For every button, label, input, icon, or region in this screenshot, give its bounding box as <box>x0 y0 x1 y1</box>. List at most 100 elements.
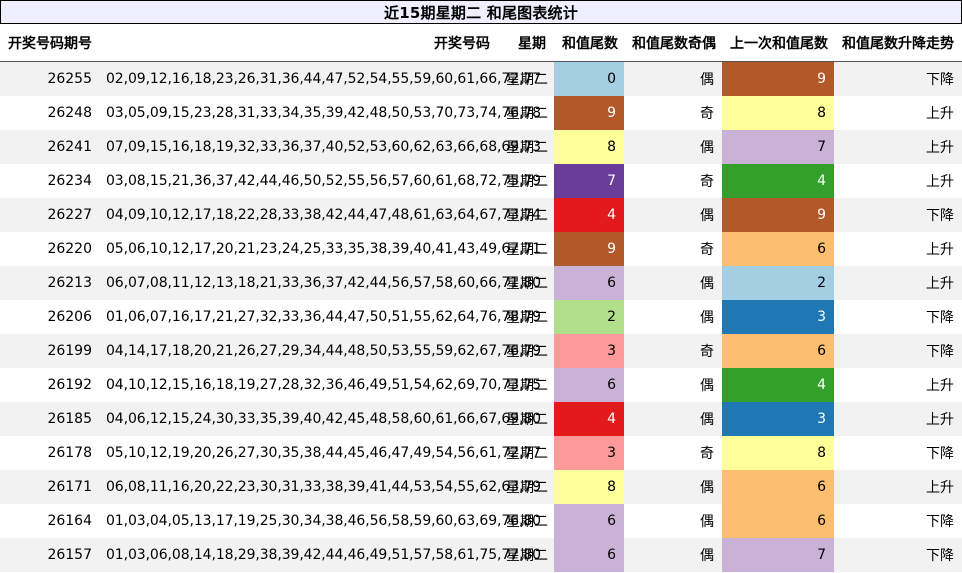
cell-weekday: 星期二 <box>498 334 554 368</box>
cell-trend: 下降 <box>834 334 962 368</box>
cell-issue: 26206 <box>0 300 100 334</box>
cell-weekday: 星期二 <box>498 300 554 334</box>
cell-trend: 上升 <box>834 402 962 436</box>
cell-prev-tail: 8 <box>722 436 834 470</box>
cell-numbers: 04,14,17,18,20,21,26,27,29,34,44,48,50,5… <box>100 334 541 368</box>
cell-issue: 26220 <box>0 232 100 266</box>
header-trend[interactable]: 和值尾数升降走势 <box>834 24 962 62</box>
cell-numbers: 04,09,10,12,17,18,22,28,33,38,42,44,47,4… <box>100 198 541 232</box>
table-body: 26255 02,09,12,16,18,23,26,31,36,44,47,52… <box>0 61 962 572</box>
cell-parity: 偶 <box>624 402 722 436</box>
cell-parity: 奇 <box>624 334 722 368</box>
table-row: 26192 04,10,12,15,16,18,19,27,28,32,36,46… <box>0 368 962 402</box>
cell-prev-tail: 3 <box>722 402 834 436</box>
cell-issue: 26213 <box>0 266 100 300</box>
cell-trend: 下降 <box>834 538 962 572</box>
cell-parity: 奇 <box>624 232 722 266</box>
cell-numbers: 06,08,11,16,20,22,23,30,31,33,38,39,41,4… <box>100 470 541 504</box>
cell-trend: 上升 <box>834 130 962 164</box>
cell-weekday: 星期二 <box>498 266 554 300</box>
cell-weekday: 星期二 <box>498 402 554 436</box>
table-header-row: 开奖号码期号 开奖号码 星期 和值尾数 和值尾数奇偶 上一次和值尾数 和值尾数升… <box>0 24 962 62</box>
header-issue[interactable]: 开奖号码期号 <box>0 24 100 62</box>
table-row: 26227 04,09,10,12,17,18,22,28,33,38,42,44… <box>0 198 962 232</box>
cell-prev-tail: 8 <box>722 96 834 130</box>
header-weekday[interactable]: 星期 <box>498 24 554 62</box>
cell-prev-tail: 6 <box>722 470 834 504</box>
cell-parity: 偶 <box>624 266 722 300</box>
cell-trend: 上升 <box>834 266 962 300</box>
cell-weekday: 星期二 <box>498 232 554 266</box>
table-row: 26213 06,07,08,11,12,13,18,21,33,36,37,42… <box>0 266 962 300</box>
table-row: 26171 06,08,11,16,20,22,23,30,31,33,38,39… <box>0 470 962 504</box>
cell-issue: 26171 <box>0 470 100 504</box>
cell-tail: 6 <box>554 538 624 572</box>
cell-trend: 下降 <box>834 436 962 470</box>
cell-issue: 26255 <box>0 61 100 96</box>
cell-weekday: 星期二 <box>498 96 554 130</box>
cell-numbers: 03,05,09,15,23,28,31,33,34,35,39,42,48,5… <box>100 96 541 130</box>
table-row: 26255 02,09,12,16,18,23,26,31,36,44,47,52… <box>0 61 962 96</box>
cell-tail: 6 <box>554 504 624 538</box>
cell-issue: 26185 <box>0 402 100 436</box>
cell-tail: 8 <box>554 470 624 504</box>
cell-tail: 3 <box>554 436 624 470</box>
cell-parity: 偶 <box>624 300 722 334</box>
cell-issue: 26241 <box>0 130 100 164</box>
table-row: 26248 03,05,09,15,23,28,31,33,34,35,39,42… <box>0 96 962 130</box>
table-row: 26206 01,06,07,16,17,21,27,32,33,36,44,47… <box>0 300 962 334</box>
cell-tail: 0 <box>554 61 624 96</box>
cell-issue: 26192 <box>0 368 100 402</box>
cell-issue: 26227 <box>0 198 100 232</box>
cell-issue: 26199 <box>0 334 100 368</box>
header-numbers[interactable]: 开奖号码 <box>100 24 498 62</box>
cell-prev-tail: 6 <box>722 504 834 538</box>
table-row: 26199 04,14,17,18,20,21,26,27,29,34,44,48… <box>0 334 962 368</box>
cell-numbers: 07,09,15,16,18,19,32,33,36,37,40,52,53,6… <box>100 130 541 164</box>
cell-parity: 奇 <box>624 164 722 198</box>
cell-parity: 奇 <box>624 96 722 130</box>
cell-issue: 26248 <box>0 96 100 130</box>
cell-parity: 偶 <box>624 61 722 96</box>
cell-weekday: 星期二 <box>498 61 554 96</box>
cell-tail: 9 <box>554 96 624 130</box>
cell-trend: 下降 <box>834 300 962 334</box>
cell-parity: 偶 <box>624 198 722 232</box>
table-row: 26157 01,03,06,08,14,18,29,38,39,42,44,46… <box>0 538 962 572</box>
cell-prev-tail: 6 <box>722 334 834 368</box>
cell-parity: 偶 <box>624 538 722 572</box>
cell-numbers: 01,03,06,08,14,18,29,38,39,42,44,46,49,5… <box>100 538 541 572</box>
cell-parity: 偶 <box>624 504 722 538</box>
cell-tail: 8 <box>554 130 624 164</box>
cell-trend: 下降 <box>834 504 962 538</box>
cell-weekday: 星期二 <box>498 504 554 538</box>
cell-prev-tail: 7 <box>722 130 834 164</box>
table-row: 26185 04,06,12,15,24,30,33,35,39,40,42,45… <box>0 402 962 436</box>
cell-trend: 下降 <box>834 61 962 96</box>
cell-tail: 2 <box>554 300 624 334</box>
cell-prev-tail: 3 <box>722 300 834 334</box>
cell-weekday: 星期二 <box>498 368 554 402</box>
cell-tail: 4 <box>554 198 624 232</box>
cell-numbers: 03,08,15,21,36,37,42,44,46,50,52,55,56,5… <box>100 164 541 198</box>
table-row: 26241 07,09,15,16,18,19,32,33,36,37,40,52… <box>0 130 962 164</box>
cell-issue: 26157 <box>0 538 100 572</box>
header-prev-tail[interactable]: 上一次和值尾数 <box>722 24 834 62</box>
cell-numbers: 05,06,10,12,17,20,21,23,24,25,33,35,38,3… <box>100 232 541 266</box>
header-parity[interactable]: 和值尾数奇偶 <box>624 24 722 62</box>
cell-prev-tail: 4 <box>722 164 834 198</box>
cell-trend: 上升 <box>834 470 962 504</box>
cell-trend: 下降 <box>834 198 962 232</box>
cell-numbers: 04,06,12,15,24,30,33,35,39,40,42,45,48,5… <box>100 402 541 436</box>
stats-table: 开奖号码期号 开奖号码 星期 和值尾数 和值尾数奇偶 上一次和值尾数 和值尾数升… <box>0 24 962 572</box>
cell-parity: 偶 <box>624 130 722 164</box>
cell-numbers: 02,09,12,16,18,23,26,31,36,44,47,52,54,5… <box>100 61 541 96</box>
cell-weekday: 星期二 <box>498 164 554 198</box>
cell-tail: 6 <box>554 368 624 402</box>
table-row: 26164 01,03,04,05,13,17,19,25,30,34,38,46… <box>0 504 962 538</box>
cell-issue: 26178 <box>0 436 100 470</box>
header-tail[interactable]: 和值尾数 <box>554 24 624 62</box>
cell-weekday: 星期二 <box>498 470 554 504</box>
table-row: 26234 03,08,15,21,36,37,42,44,46,50,52,55… <box>0 164 962 198</box>
cell-prev-tail: 2 <box>722 266 834 300</box>
